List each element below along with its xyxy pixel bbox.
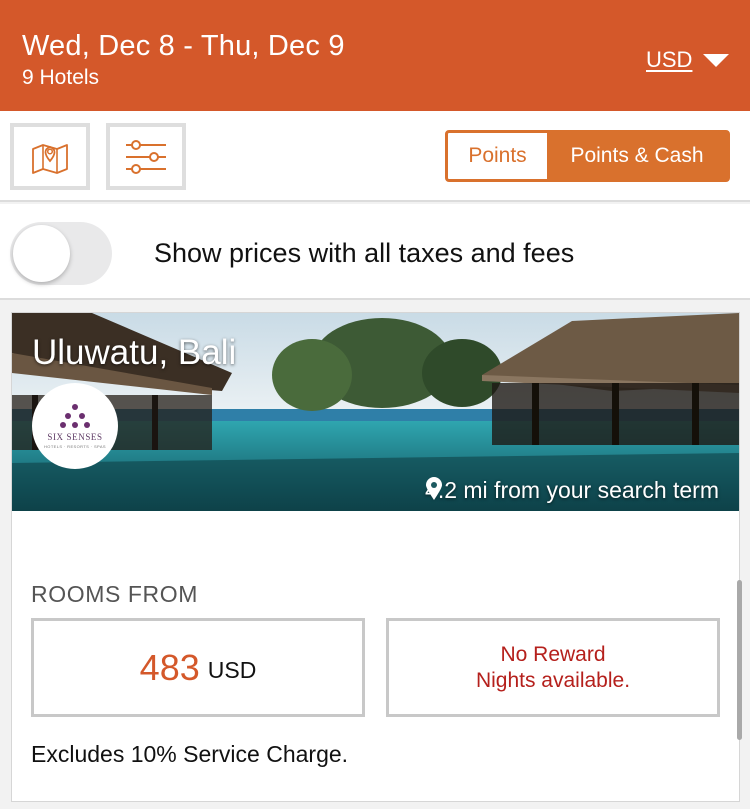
- location-pin-icon: [426, 477, 443, 500]
- six-senses-logo: SIX SENSES HOTELS · RESORTS · SPAS: [32, 383, 118, 469]
- toggle-knob: [13, 225, 70, 282]
- distance-info: 4.2 mi from your search term: [425, 477, 719, 504]
- logo-brand-text: SIX SENSES: [47, 431, 103, 442]
- cash-rate-button[interactable]: 483 USD: [31, 618, 365, 717]
- hotel-photo[interactable]: Uluwatu, Bali SIX SENSES HOTELS · RESORT…: [12, 313, 739, 511]
- price-currency: USD: [207, 657, 257, 683]
- hotel-location: Uluwatu, Bali: [32, 333, 237, 372]
- toolbar: Points Points & Cash: [0, 111, 750, 202]
- currency-selector[interactable]: USD: [646, 47, 692, 73]
- service-charge-note: Excludes 10% Service Charge.: [31, 741, 349, 767]
- map-pin-icon: [32, 143, 68, 174]
- payment-type-toggle: Points Points & Cash: [445, 130, 730, 182]
- sliders-icon: [126, 139, 166, 174]
- taxes-fees-label: Show prices with all taxes and fees: [154, 238, 575, 268]
- top-bar: Wed, Dec 8 - Thu, Dec 9 9 Hotels USD: [0, 0, 750, 111]
- map-view-button[interactable]: [10, 123, 90, 190]
- taxes-fees-toggle[interactable]: [10, 222, 112, 285]
- price-amount: 483: [139, 646, 200, 688]
- logo-subtext: HOTELS · RESORTS · SPAS: [44, 443, 106, 449]
- hotel-card[interactable]: Uluwatu, Bali SIX SENSES HOTELS · RESORT…: [11, 312, 740, 802]
- reward-nights-box[interactable]: No Reward Nights available.: [386, 618, 720, 717]
- points-and-cash-tab[interactable]: Points & Cash: [547, 133, 727, 179]
- caret-down-icon[interactable]: [703, 54, 729, 67]
- tax-setting-row: Show prices with all taxes and fees: [0, 204, 750, 300]
- distance-text: 4.2 mi from your search term: [425, 477, 719, 503]
- reward-line-1: No Reward: [500, 642, 606, 666]
- reward-line-2: Nights available.: [475, 668, 631, 692]
- scrollbar[interactable]: [737, 580, 742, 740]
- filter-button[interactable]: [106, 123, 186, 190]
- rooms-from-label: ROOMS FROM: [31, 581, 198, 607]
- points-tab[interactable]: Points: [448, 133, 547, 179]
- date-range[interactable]: Wed, Dec 8 - Thu, Dec 9: [22, 30, 345, 63]
- logo-dots-icon: [60, 403, 90, 428]
- hotel-count: 9 Hotels: [22, 66, 100, 89]
